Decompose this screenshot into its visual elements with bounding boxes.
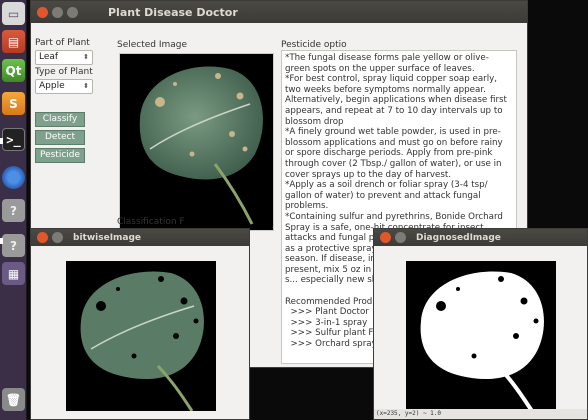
minimize-icon[interactable]	[52, 232, 63, 243]
close-icon[interactable]	[380, 232, 391, 243]
qt-creator-icon[interactable]: Qt	[2, 59, 25, 82]
ubuntu-software-icon[interactable]: ▤	[2, 30, 25, 53]
sublime-text-icon[interactable]: S	[2, 92, 25, 115]
window-title: DiagnosedImage	[416, 232, 501, 243]
pesticide-button[interactable]: Pesticide	[35, 148, 85, 163]
type-of-plant-label: Type of Plant	[35, 67, 93, 77]
selected-image-label: Selected Image	[117, 40, 188, 50]
chevron-updown-icon: ⬍	[83, 53, 89, 61]
maximize-icon[interactable]	[67, 6, 78, 18]
diagnosed-image-window: DiagnosedImage (x=235, y=2) ~ 1.0	[373, 228, 588, 420]
diagnosed-mask-image	[406, 261, 556, 413]
chevron-updown-icon: ⬍	[83, 82, 89, 90]
part-of-plant-label: Part of Plant	[35, 38, 90, 48]
unknown-app-icon[interactable]: ?	[2, 234, 25, 257]
window-titlebar[interactable]: DiagnosedImage	[374, 229, 587, 246]
part-of-plant-value: Leaf	[39, 52, 59, 62]
running-indicator	[0, 238, 3, 244]
bitwise-leaf-image	[66, 261, 216, 412]
trash-icon[interactable]: 🗑	[2, 388, 25, 411]
window-title: Plant Disease Doctor	[108, 5, 238, 19]
classify-button[interactable]: Classify	[35, 112, 85, 127]
status-bar: (x=235, y=2) ~ 1.0	[374, 409, 587, 419]
classification-label: Classification F	[117, 217, 185, 227]
window-title: bitwiseImage	[73, 232, 142, 243]
type-of-plant-select[interactable]: Apple ⬍	[35, 79, 93, 94]
workspace-icon[interactable]: ▦	[2, 262, 25, 285]
part-of-plant-select[interactable]: Leaf ⬍	[35, 50, 93, 65]
files-icon[interactable]: ▭	[2, 2, 25, 25]
selected-leaf-image	[119, 53, 274, 231]
unknown-app-icon[interactable]: ?	[2, 199, 25, 222]
close-icon[interactable]	[37, 6, 48, 18]
chromium-icon[interactable]	[2, 166, 25, 189]
type-of-plant-value: Apple	[39, 81, 65, 91]
running-indicator	[0, 138, 3, 144]
terminal-icon[interactable]: >_	[2, 128, 25, 151]
close-icon[interactable]	[37, 232, 48, 243]
window-titlebar[interactable]: bitwiseImage	[31, 229, 249, 246]
window-titlebar[interactable]: Plant Disease Doctor	[31, 1, 527, 23]
pesticide-options-label: Pesticide optio	[281, 40, 347, 50]
bitwise-image-window: bitwiseImage	[30, 228, 250, 420]
minimize-icon[interactable]	[395, 232, 406, 243]
minimize-icon[interactable]	[52, 6, 63, 18]
launcher: ▭ ▤ Qt S >_ ? ? ▦ 🗑	[0, 0, 27, 420]
detect-button[interactable]: Detect	[35, 130, 85, 145]
